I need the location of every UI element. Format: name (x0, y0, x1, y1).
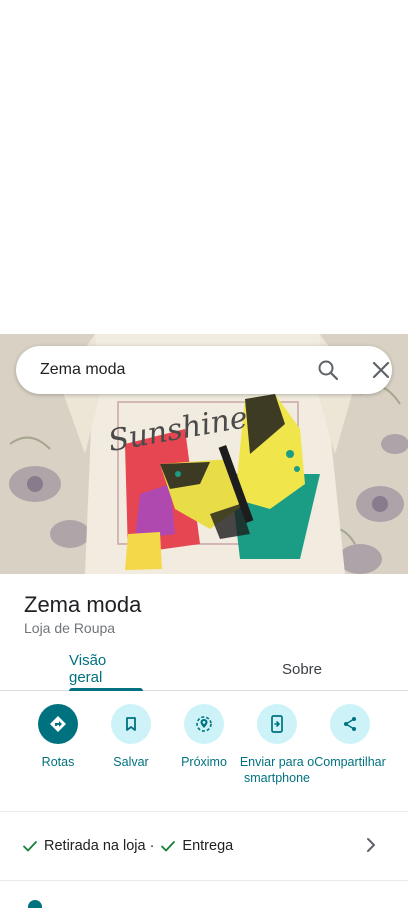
service-separator: · (149, 838, 155, 854)
service-options-row[interactable]: Retirada na loja · Entrega (0, 812, 408, 880)
directions-label: Rotas (41, 755, 75, 769)
chevron-right-icon (367, 838, 375, 852)
share-icon (344, 717, 356, 731)
tab-about[interactable]: Sobre (270, 648, 334, 690)
place-title: Zema moda (24, 592, 142, 617)
search-bar[interactable]: Zema moda (16, 346, 392, 394)
tab-overview[interactable]: Visão geral (69, 648, 143, 691)
divider (0, 880, 408, 881)
send-to-phone-icon (271, 715, 283, 733)
check-icon (23, 841, 37, 852)
service-pickup: Retirada na loja (44, 838, 146, 854)
search-icon[interactable] (316, 358, 340, 382)
nearby-icon (196, 716, 212, 732)
close-icon[interactable] (369, 358, 393, 382)
bookmark-icon (126, 717, 136, 731)
action-buttons: Rotas Salvar Próximo Enviar para o smart… (0, 704, 408, 804)
save-label: Salvar (113, 755, 149, 769)
directions-icon (50, 716, 66, 732)
share-button[interactable]: Compartilhar (312, 704, 388, 770)
tab-bar: Visão geral Sobre (0, 648, 408, 691)
send-to-phone-button[interactable]: Enviar para o smartphone (239, 704, 315, 786)
location-pin-icon (28, 900, 42, 908)
nearby-button[interactable]: Próximo (166, 704, 242, 770)
check-icon (161, 841, 176, 852)
place-category[interactable]: Loja de Roupa (24, 620, 115, 636)
send-to-phone-label: Enviar para o smartphone (239, 755, 315, 785)
map-area-blank (0, 0, 408, 334)
share-label: Compartilhar (314, 755, 386, 769)
save-button[interactable]: Salvar (93, 704, 169, 770)
directions-button[interactable]: Rotas (20, 704, 96, 770)
service-delivery: Entrega (182, 838, 234, 854)
nearby-label: Próximo (181, 755, 227, 769)
